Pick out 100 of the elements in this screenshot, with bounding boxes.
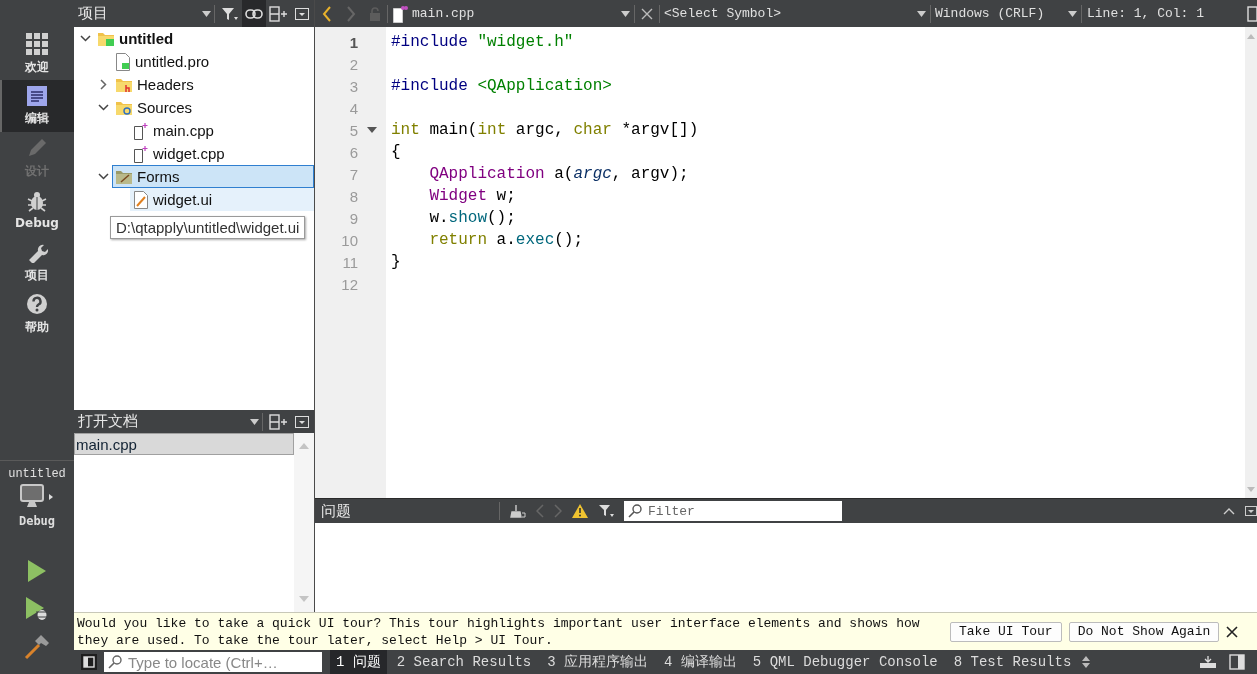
- output-pane-tab[interactable]: 4 编译输出: [658, 650, 743, 674]
- tour-message: Would you like to take a quick UI tour? This tour highlights important user interface elements and shows how they are used. To take the tour later, select Help > UI Tour.: [77, 614, 921, 649]
- tree-item[interactable]: widget.cpp: [130, 142, 314, 165]
- close-icon[interactable]: [1226, 625, 1239, 638]
- output-pane-tab[interactable]: 1 问题: [330, 650, 387, 674]
- mode-button[interactable]: 欢迎: [0, 28, 74, 80]
- build-config-label: Debug: [18, 513, 56, 530]
- dropdown-caret-icon[interactable]: [202, 10, 211, 17]
- header-folder-icon: [115, 76, 133, 93]
- filter-field[interactable]: Filter: [624, 501, 842, 521]
- filter-icon[interactable]: [598, 504, 614, 518]
- line-number: 8: [348, 187, 358, 205]
- line-number: 9: [348, 209, 358, 227]
- panel-title: 打开文档: [77, 412, 139, 431]
- maximize-caret-icon[interactable]: [1223, 507, 1235, 515]
- form-file-icon: [133, 190, 149, 209]
- line-number: 2: [348, 55, 358, 73]
- mode-button[interactable]: Debug: [0, 184, 74, 236]
- code-line: }: [391, 252, 402, 273]
- line-number: 6: [348, 143, 358, 161]
- code-line: QApplication a(argc, argv);: [428, 164, 690, 185]
- output-pane-tab[interactable]: 2 Search Results: [390, 650, 538, 674]
- tree-item[interactable]: untitled.pro: [112, 50, 314, 73]
- progress-toggle-icon[interactable]: [1199, 655, 1217, 669]
- project-file-icon: [115, 52, 131, 71]
- code-line: w.show();: [428, 208, 517, 229]
- pane-title: 问题: [320, 501, 352, 521]
- sidebar-toggle-icon[interactable]: [81, 654, 97, 670]
- tree-item[interactable]: Forms: [112, 165, 314, 188]
- code-line: int main(int argc, char *argv[]): [391, 120, 700, 141]
- lock-icon: [369, 6, 381, 21]
- link-icon: [245, 7, 263, 20]
- dropdown-caret-icon[interactable]: [917, 10, 926, 17]
- debug-run-icon[interactable]: [25, 596, 49, 622]
- code-line: Widget w;: [428, 186, 517, 207]
- tree-item[interactable]: main.cpp: [130, 119, 314, 142]
- mode-button[interactable]: 帮助: [0, 288, 74, 340]
- output-pane-tab[interactable]: 8 Test Results: [947, 650, 1078, 674]
- grid-icon: [26, 32, 48, 55]
- symbol-selector[interactable]: <Select Symbol>: [660, 0, 930, 27]
- line-number: 3: [348, 77, 358, 95]
- tour-button[interactable]: Take UI Tour: [950, 621, 1062, 642]
- line-number: 11: [341, 253, 358, 271]
- warning-icon[interactable]: [572, 504, 588, 518]
- line-ending-selector[interactable]: Windows (CRLF): [931, 0, 1081, 27]
- tooltip: D:\qtapply\untitled\widget.ui: [110, 216, 306, 239]
- bug-icon: [26, 190, 48, 212]
- right-sidebar-icon[interactable]: [1229, 654, 1245, 670]
- line-number: 10: [340, 231, 358, 249]
- source-file-icon: [133, 144, 149, 163]
- source-file-icon: [392, 4, 408, 23]
- line-number: 5: [348, 121, 358, 139]
- line-number: 7: [348, 165, 358, 183]
- tree-item[interactable]: Headers: [112, 73, 314, 96]
- line-number: 4: [348, 99, 358, 117]
- output-pane-tab[interactable]: 5 QML Debugger Console: [746, 650, 944, 674]
- link-toggle[interactable]: [242, 0, 266, 27]
- scrollbar[interactable]: [1245, 27, 1257, 498]
- tree-item[interactable]: Sources: [112, 96, 314, 119]
- code-line: return a.exec();: [428, 230, 585, 251]
- code-line: {: [391, 142, 402, 163]
- close-panel-icon[interactable]: [295, 415, 309, 428]
- pencil-icon: [26, 136, 48, 159]
- scrollbar[interactable]: [294, 433, 314, 612]
- help-icon: [26, 292, 48, 315]
- locate-field[interactable]: Type to locate (Ctrl+…: [104, 652, 322, 672]
- code-line: #include "widget.h": [391, 32, 575, 53]
- source-folder-icon: [115, 99, 133, 116]
- cursor-position: Line: 1, Col: 1: [1086, 6, 1206, 21]
- panel-title: 项目: [77, 4, 109, 23]
- monitor-icon[interactable]: [20, 484, 54, 510]
- filter-icon[interactable]: [221, 5, 239, 22]
- up-down-arrows-icon[interactable]: [1081, 655, 1092, 669]
- output-pane-tab[interactable]: 3 应用程序输出: [541, 650, 655, 674]
- tree-item[interactable]: widget.ui: [130, 188, 314, 211]
- search-icon: [108, 655, 124, 669]
- search-icon: [628, 504, 644, 518]
- close-panel-icon[interactable]: [295, 7, 309, 20]
- split-icon[interactable]: [1247, 5, 1257, 22]
- mode-button[interactable]: 编辑: [0, 80, 74, 132]
- line-number: 12: [340, 275, 358, 293]
- document-item[interactable]: main.cpp: [74, 433, 294, 455]
- split-icon[interactable]: [269, 413, 287, 430]
- tree-item[interactable]: untitled: [94, 27, 314, 50]
- clear-icon[interactable]: [510, 504, 526, 518]
- hammer-icon[interactable]: [24, 634, 50, 660]
- close-panel-icon[interactable]: [1245, 506, 1257, 516]
- project-name: untitled: [8, 466, 66, 482]
- dropdown-caret-icon[interactable]: [621, 10, 630, 17]
- fold-marker-icon[interactable]: [367, 127, 377, 133]
- code-line: #include <QApplication>: [391, 76, 613, 97]
- tour-button[interactable]: Do Not Show Again: [1068, 621, 1220, 642]
- dropdown-caret-icon[interactable]: [1068, 10, 1077, 17]
- split-icon[interactable]: [269, 5, 287, 22]
- mode-button[interactable]: 项目: [0, 236, 74, 288]
- document-icon: [27, 85, 47, 106]
- run-icon[interactable]: [27, 559, 47, 583]
- file-selector[interactable]: main.cpp: [388, 0, 634, 27]
- dropdown-caret-icon[interactable]: [250, 418, 259, 425]
- form-folder-icon: [115, 168, 133, 185]
